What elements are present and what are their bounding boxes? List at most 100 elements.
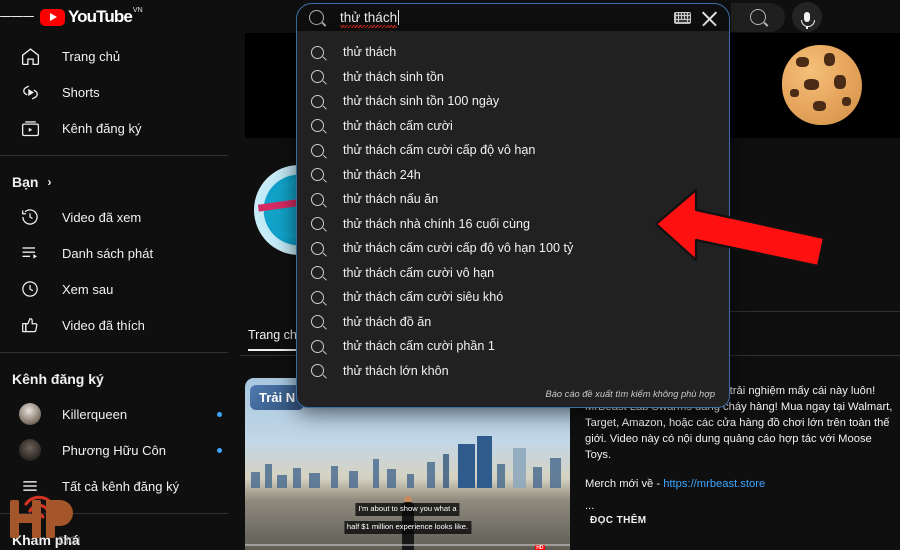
suggestion-item[interactable]: thử thách 24h: [297, 163, 729, 188]
merch-line: Merch mới về - https://mrbeast.store: [585, 478, 900, 490]
merch-label: Merch mới về -: [585, 478, 664, 490]
sidebar-item-shorts[interactable]: Shorts: [6, 74, 234, 110]
search-button[interactable]: [731, 2, 785, 32]
new-content-dot: [217, 447, 222, 453]
clock-icon: [18, 277, 42, 301]
merch-link[interactable]: https://mrbeast.store: [663, 478, 765, 490]
suggestion-item[interactable]: thử thách sinh tồn: [297, 65, 729, 90]
sidebar-item-all-subscriptions[interactable]: Tất cả kênh đăng ký: [6, 468, 234, 504]
sidebar-item-liked-videos[interactable]: Video đã thích: [6, 307, 234, 343]
search-value: thử thách: [340, 9, 400, 28]
suggestion-label: thử thách cấm cười phần 1: [343, 339, 495, 354]
sidebar-item-label: Kênh đăng ký: [62, 120, 142, 136]
read-more-button[interactable]: ĐỌC THÊM: [590, 515, 900, 526]
suggestion-item[interactable]: thử thách cấm cười: [297, 114, 729, 139]
suggestion-item[interactable]: thử thách: [297, 40, 729, 65]
suggestion-label: thử thách cấm cười: [343, 118, 453, 133]
sidebar-item-channel-phuong-huu-con[interactable]: Phương Hữu Côn: [6, 432, 234, 468]
suggestion-label: thử thách cấm cười vô hạn: [343, 265, 495, 280]
sidebar-item-subscriptions[interactable]: Kênh đăng ký: [6, 110, 234, 146]
suggestion-item[interactable]: thử thách cấm cười siêu khó: [297, 285, 729, 310]
search-icon: [311, 315, 324, 329]
search-icon: [311, 168, 324, 182]
suggestion-item[interactable]: thử thách cấm cười cấp độ vô hạn: [297, 138, 729, 163]
search-cluster: thử thách: [296, 2, 822, 32]
suggestion-item[interactable]: thử thách cấm cười phần 1: [297, 334, 729, 359]
sidebar-item-watch-later[interactable]: Xem sau: [6, 271, 234, 307]
youtube-page: Trang chủ Shorts Kênh đăng ký Bạn › Vide…: [0, 0, 900, 550]
search-icon: [311, 45, 324, 59]
home-icon: [18, 44, 42, 68]
video-subtitles: I'm about to show you what a half $1 mil…: [343, 498, 472, 534]
suggestion-item[interactable]: thử thách sinh tồn 100 ngày: [297, 89, 729, 114]
search-icon: [311, 143, 324, 157]
search-input[interactable]: thử thách: [296, 2, 730, 32]
sidebar-section-explore: Khám phá: [0, 523, 240, 550]
keyboard-icon[interactable]: [674, 11, 691, 24]
channel-avatar: [18, 438, 42, 462]
youtube-play-glyph: [40, 8, 65, 26]
suggestion-label: thử thách cấm cười siêu khó: [343, 290, 504, 305]
sidebar-item-label: Trang chủ: [62, 48, 121, 64]
hd-badge: HD: [534, 545, 545, 550]
list-icon: [18, 474, 42, 498]
search-icon: [311, 94, 324, 108]
suggestion-label: thử thách sinh tồn: [343, 69, 444, 84]
sidebar-item-playlists[interactable]: Danh sách phát: [6, 235, 234, 271]
shorts-icon: [18, 80, 42, 104]
sidebar-section-subscriptions: Kênh đăng ký: [0, 362, 240, 396]
suggestion-label: thử thách: [343, 45, 397, 60]
sidebar-item-label: Danh sách phát: [62, 245, 154, 261]
sidebar-item-label: Shorts: [62, 84, 100, 100]
sidebar-section-label: Khám phá: [12, 532, 80, 548]
search-icon: [311, 290, 324, 304]
suggestion-item[interactable]: thử thách nhà chính 16 cuối cùng: [297, 212, 729, 237]
close-icon[interactable]: [700, 9, 719, 28]
suggestion-item[interactable]: thử thách nấu ăn: [297, 187, 729, 212]
sidebar-item-home[interactable]: Trang chủ: [6, 38, 234, 74]
voice-search-button[interactable]: [792, 2, 822, 32]
sidebar-divider-3: [0, 513, 228, 514]
suggestion-item[interactable]: thử thách cấm cười vô hạn: [297, 261, 729, 286]
hamburger-icon[interactable]: [0, 0, 34, 33]
city-skyline: [245, 430, 570, 488]
report-suggestions-link[interactable]: Báo cáo đề xuất tìm kiếm không phù hợp: [546, 389, 715, 399]
sidebar-section-label: Bạn: [12, 174, 39, 190]
suggestion-label: thử thách nhà chính 16 cuối cùng: [343, 216, 530, 231]
sidebar: Trang chủ Shorts Kênh đăng ký Bạn › Vide…: [0, 33, 240, 550]
history-icon: [18, 205, 42, 229]
sidebar-item-label: Tất cả kênh đăng ký: [62, 478, 180, 494]
subtitle-line-1: I'm about to show you what a: [355, 503, 460, 516]
video-controls: 0:00 / 17:39 HD: [245, 545, 570, 550]
search-suggestions-dropdown: thử thách thử thách sinh tồn thử thách s…: [296, 31, 730, 408]
suggestion-label: thử thách lớn khôn: [343, 363, 449, 378]
microphone-icon: [801, 12, 815, 29]
sidebar-section-label: Kênh đăng ký: [12, 371, 104, 387]
sidebar-item-history[interactable]: Video đã xem: [6, 199, 234, 235]
new-content-dot: [217, 411, 222, 417]
subscriptions-icon: [18, 116, 42, 140]
suggestion-label: thử thách đồ ăn: [343, 314, 432, 329]
suggestion-label: thử thách sinh tồn 100 ngày: [343, 94, 500, 109]
suggestion-label: thử thách cấm cười cấp độ vô hạn 100 tỷ: [343, 241, 574, 256]
search-icon: [311, 266, 324, 280]
sidebar-item-label: Xem sau: [62, 281, 114, 297]
search-icon: [309, 9, 324, 25]
text-caret: [398, 9, 400, 25]
search-icon: [311, 241, 324, 255]
youtube-wordmark: YouTube: [68, 6, 133, 26]
suggestion-item[interactable]: thử thách đồ ăn: [297, 310, 729, 335]
search-icon: [311, 119, 324, 133]
sidebar-section-you[interactable]: Bạn ›: [0, 165, 240, 199]
search-value-text: thử thách: [340, 9, 398, 28]
sidebar-item-label: Phương Hữu Côn: [62, 442, 166, 458]
chevron-right-icon: ›: [47, 175, 52, 189]
playlist-icon: [18, 241, 42, 265]
search-icon: [311, 364, 324, 378]
sidebar-item-channel-killerqueen[interactable]: Killerqueen: [6, 396, 234, 432]
suggestion-item[interactable]: thử thách cấm cười cấp độ vô hạn 100 tỷ: [297, 236, 729, 261]
suggestion-label: thử thách nấu ăn: [343, 192, 439, 207]
sidebar-item-label: Video đã xem: [62, 209, 142, 225]
suggestion-item[interactable]: thử thách lớn khôn: [297, 359, 729, 384]
youtube-logo-icon[interactable]: YouTube VN: [40, 6, 143, 26]
